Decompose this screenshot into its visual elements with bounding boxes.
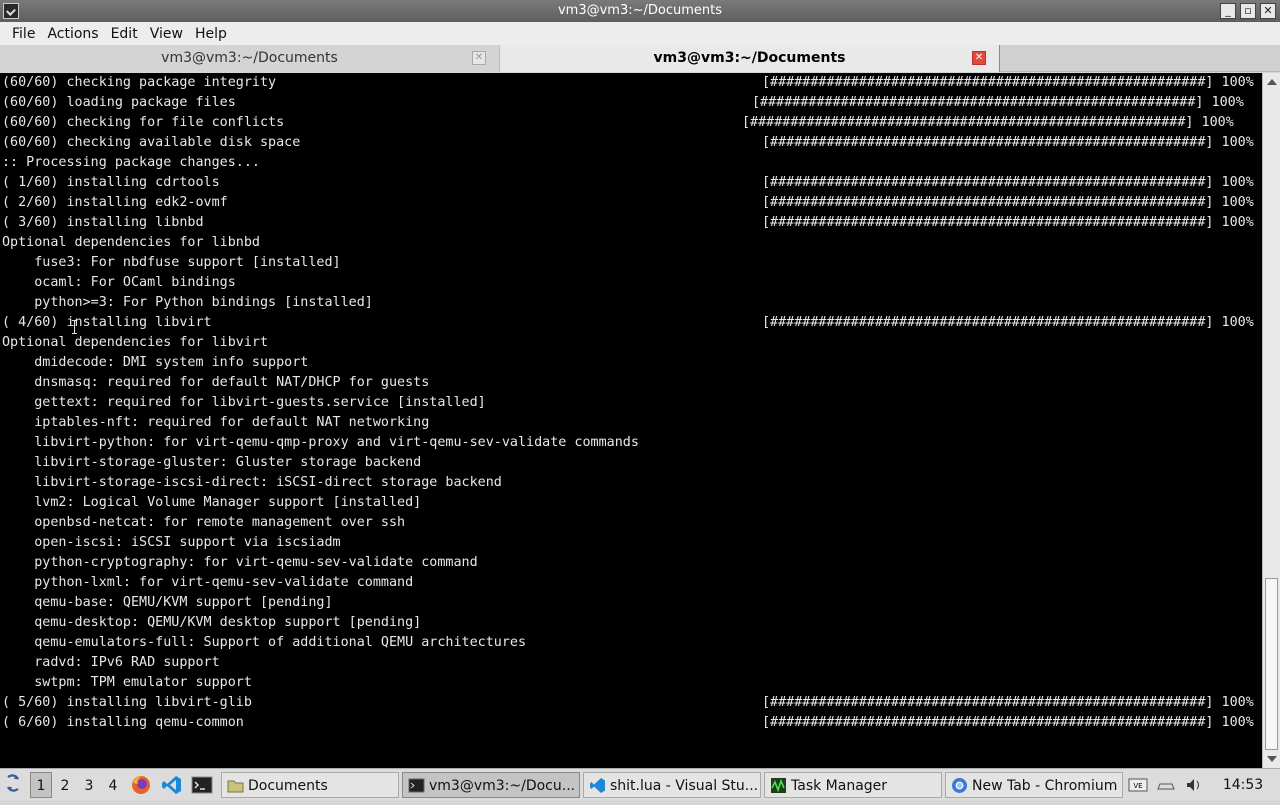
menu-file[interactable]: File (6, 26, 41, 42)
progress-bar-text: [#######################################… (762, 695, 1254, 710)
scrollbar-thumb[interactable] (1265, 578, 1278, 750)
task-chromium[interactable]: New Tab - Chromium (945, 772, 1123, 798)
app-menu-icon (7, 774, 19, 792)
tab-label: vm3@vm3:~/Documents (653, 50, 846, 66)
tab-terminal-2[interactable]: vm3@vm3:~/Documents ✕ (500, 45, 1000, 72)
firefox-icon[interactable] (130, 774, 152, 796)
menu-view[interactable]: View (144, 26, 189, 42)
terminal-line: (60/60) checking available disk space (2, 135, 301, 150)
window-titlebar[interactable]: vm3@vm3:~/Documents _ ▫ ✕ (0, 0, 1280, 22)
scroll-down-icon[interactable] (1267, 756, 1277, 762)
folder-icon (227, 780, 244, 793)
window-title: vm3@vm3:~/Documents (557, 3, 723, 18)
minimize-button[interactable]: _ (1220, 3, 1236, 19)
maximize-button[interactable]: ▫ (1240, 3, 1256, 19)
svg-text:VE: VE (1133, 782, 1142, 790)
progress-bar-text: [#######################################… (762, 215, 1254, 230)
tab-terminal-1[interactable]: vm3@vm3:~/Documents ✕ (0, 45, 500, 72)
terminal-line: openbsd-netcat: for remote management ov… (2, 515, 406, 530)
menu-help[interactable]: Help (189, 26, 233, 42)
task-label: shit.lua - Visual Stu... (610, 778, 759, 794)
terminal-line: qemu-base: QEMU/KVM support [pending] (2, 595, 333, 610)
terminal-scrollbar[interactable] (1262, 73, 1280, 768)
terminal-line: radvd: IPv6 RAD support (2, 655, 220, 670)
terminal-line: ( 2/60) installing edk2-ovmf (2, 195, 228, 210)
terminal-line: ( 4/60) installing libvirt (2, 315, 212, 330)
terminal-line: lvm2: Logical Volume Manager support [in… (2, 495, 422, 510)
terminal-line: swtpm: TPM emulator support (2, 675, 252, 690)
task-label: Documents (248, 778, 328, 794)
vscode-icon (590, 778, 605, 793)
progress-bar-text: [#######################################… (762, 135, 1254, 150)
progress-bar-text: [#######################################… (742, 115, 1234, 130)
terminal-line: ( 3/60) installing libnbd (2, 215, 204, 230)
clock[interactable]: 14:53 (1210, 772, 1276, 798)
terminal-line: libvirt-python: for virt-qemu-qmp-proxy … (2, 435, 639, 450)
scroll-up-icon[interactable] (1267, 79, 1277, 85)
terminal-line: :: Processing package changes... (2, 155, 260, 170)
window-controls: _ ▫ ✕ (1220, 3, 1276, 19)
close-button[interactable]: ✕ (1260, 3, 1276, 19)
terminal-line: ocaml: For OCaml bindings (2, 275, 236, 290)
progress-bar-text: [#######################################… (762, 175, 1254, 190)
task-manager-icon (771, 778, 786, 793)
terminal-line: (60/60) loading package files (2, 95, 236, 110)
chromium-icon (952, 778, 967, 793)
terminal-line: dnsmasq: required for default NAT/DHCP f… (2, 375, 430, 390)
workspace-2-button[interactable]: 2 (54, 772, 76, 798)
keyboard-layout-icon[interactable]: VE (1128, 775, 1148, 795)
menu-bar: File Actions Edit View Help (0, 22, 1280, 45)
terminal-icon[interactable] (191, 774, 213, 796)
progress-bar-text: [#######################################… (762, 75, 1254, 90)
terminal-line: fuse3: For nbdfuse support [installed] (2, 255, 341, 270)
progress-bar-text: [#######################################… (762, 315, 1254, 330)
terminal-line: Optional dependencies for libnbd (2, 235, 260, 250)
progress-bar-text: [#######################################… (762, 195, 1254, 210)
task-terminal[interactable]: vm3@vm3:~/Docu... (402, 772, 580, 798)
task-documents[interactable]: Documents (221, 772, 399, 798)
task-label: Task Manager (791, 778, 888, 794)
terminal-line: python-cryptography: for virt-qemu-sev-v… (2, 555, 478, 570)
terminal-line: python-lxml: for virt-qemu-sev-validate … (2, 575, 414, 590)
terminal-line: dmidecode: DMI system info support (2, 355, 309, 370)
terminal-line: Optional dependencies for libvirt (2, 335, 269, 350)
terminal-line: ( 5/60) installing libvirt-glib (2, 695, 252, 710)
progress-bar-text: [#######################################… (762, 715, 1254, 730)
workspace-3-button[interactable]: 3 (78, 772, 100, 798)
terminal-line: qemu-desktop: QEMU/KVM desktop support [… (2, 615, 422, 630)
menu-actions[interactable]: Actions (41, 26, 104, 42)
tab-bar: vm3@vm3:~/Documents ✕ vm3@vm3:~/Document… (0, 45, 1280, 72)
progress-bar-text: [#######################################… (752, 95, 1244, 110)
terminal-line: libvirt-storage-gluster: Gluster storage… (2, 455, 422, 470)
task-vscode[interactable]: shit.lua - Visual Stu... (583, 772, 761, 798)
terminal-line: libvirt-storage-iscsi-direct: iSCSI-dire… (2, 475, 502, 490)
vscode-icon[interactable] (161, 774, 183, 796)
taskbar: 1 2 3 4 Documents vm3@vm3:~/Docu... shit… (0, 768, 1280, 800)
tab-close-icon[interactable]: ✕ (972, 51, 986, 65)
terminal-line: (60/60) checking for file conflicts (2, 115, 285, 130)
app-menu-button[interactable] (2, 772, 28, 798)
terminal-line: ( 6/60) installing qemu-common (2, 715, 244, 730)
terminal-output[interactable]: (60/60) checking package integrity [#####… (0, 73, 1262, 768)
workspace-4-button[interactable]: 4 (102, 772, 124, 798)
terminal-line: gettext: required for libvirt-guests.ser… (2, 395, 486, 410)
task-task-manager[interactable]: Task Manager (764, 772, 942, 798)
terminal-line: python>=3: For Python bindings [installe… (2, 295, 373, 310)
task-label: vm3@vm3:~/Docu... (429, 778, 576, 794)
network-icon[interactable] (1156, 775, 1176, 795)
terminal-line: ( 1/60) installing cdrtools (2, 175, 220, 190)
terminal-icon (408, 778, 425, 793)
volume-icon[interactable] (1184, 775, 1204, 795)
terminal-line: open-iscsi: iSCSI support via iscsiadm (2, 535, 341, 550)
workspace-1-button[interactable]: 1 (30, 772, 52, 798)
terminal-line: (60/60) checking package integrity (2, 75, 277, 90)
menu-edit[interactable]: Edit (105, 26, 144, 42)
terminal-line: iptables-nft: required for default NAT n… (2, 415, 430, 430)
terminal-line: qemu-emulators-full: Support of addition… (2, 635, 527, 650)
tab-close-icon[interactable]: ✕ (472, 51, 486, 65)
task-label: New Tab - Chromium (972, 778, 1118, 794)
tab-label: vm3@vm3:~/Documents (161, 50, 338, 66)
